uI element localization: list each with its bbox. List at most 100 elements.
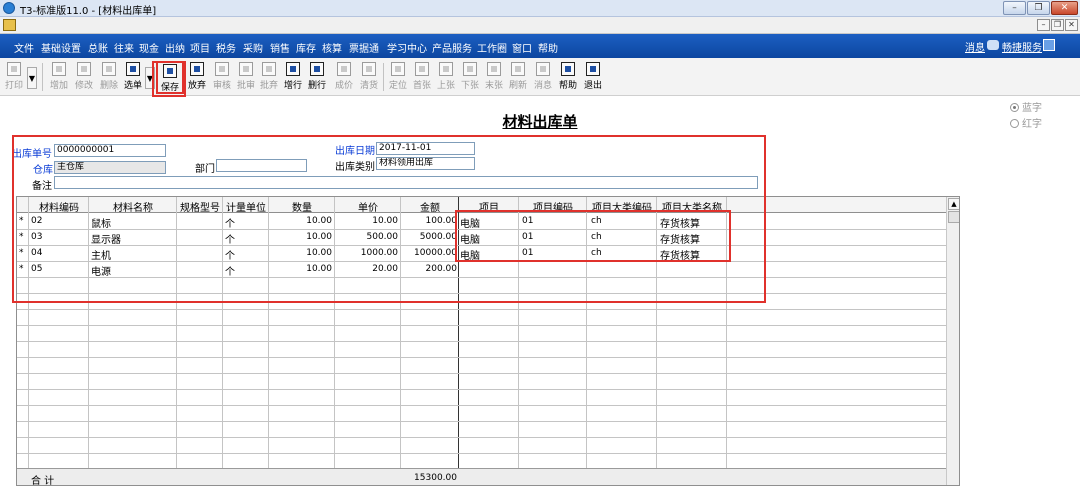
cell-project-code[interactable]: 01 (522, 248, 533, 258)
discard-button[interactable]: 放弃 (185, 61, 209, 94)
col-material-code[interactable]: 材料编码 (29, 199, 89, 214)
menu-file[interactable]: 文件 (14, 40, 34, 55)
print-button[interactable]: 打印 (2, 61, 26, 94)
menu-products[interactable]: 产品服务 (432, 40, 472, 55)
menu-cashier[interactable]: 出纳 (165, 40, 185, 55)
cell-project[interactable]: 电脑 (460, 231, 480, 246)
cell-price[interactable]: 1000.00 (335, 248, 398, 258)
col-class-name[interactable]: 项目大类名称 (657, 199, 727, 214)
close-button[interactable]: ✕ (1051, 1, 1078, 15)
cell-amount[interactable]: 200.00 (401, 264, 458, 274)
select-button[interactable]: 选单 (122, 61, 144, 94)
menu-window[interactable]: 窗口 (512, 40, 532, 55)
save-button[interactable]: 保存 (156, 61, 184, 94)
cell-project[interactable]: 电脑 (460, 215, 480, 230)
cell-name[interactable]: 主机 (91, 247, 111, 262)
menu-receivable[interactable]: 往来 (114, 40, 134, 55)
col-project[interactable]: 项目 (459, 199, 519, 214)
cell-project[interactable]: 电脑 (460, 247, 480, 262)
cell-code[interactable]: 03 (31, 232, 42, 242)
menu-project[interactable]: 项目 (190, 40, 210, 55)
exit-button[interactable]: 退出 (581, 61, 605, 94)
cell-unit[interactable]: 个 (225, 247, 235, 262)
add-row-button[interactable]: 增行 (282, 61, 304, 94)
menu-sales[interactable]: 销售 (270, 40, 290, 55)
menu-tax[interactable]: 税务 (216, 40, 236, 55)
mdi-restore-button[interactable]: ❐ (1051, 19, 1064, 31)
doc-no-field[interactable]: 0000000001 (54, 144, 166, 157)
last-button[interactable]: 末张 (482, 61, 506, 94)
minimize-button[interactable]: – (1003, 1, 1026, 15)
cell-amount[interactable]: 5000.00 (401, 232, 457, 242)
menu-learning[interactable]: 学习中心 (387, 40, 427, 55)
mdi-close-button[interactable]: ✕ (1065, 19, 1078, 31)
service-icon[interactable] (1043, 39, 1055, 51)
cell-code[interactable]: 02 (31, 216, 42, 226)
cell-qty[interactable]: 10.00 (269, 264, 332, 274)
vertical-scrollbar[interactable]: ▲ (946, 197, 959, 485)
scroll-thumb[interactable] (948, 211, 959, 223)
cell-amount[interactable]: 10000.00 (401, 248, 457, 258)
next-button[interactable]: 下张 (458, 61, 482, 94)
menu-inventory[interactable]: 库存 (296, 40, 316, 55)
cell-project-code[interactable]: 01 (522, 232, 533, 242)
col-project-code[interactable]: 项目编码 (519, 199, 587, 214)
col-price[interactable]: 单价 (335, 199, 401, 214)
cell-qty[interactable]: 10.00 (269, 216, 332, 226)
dept-field[interactable] (216, 159, 307, 172)
cell-unit[interactable]: 个 (225, 231, 235, 246)
prev-button[interactable]: 上张 (434, 61, 458, 94)
col-qty[interactable]: 数量 (269, 199, 335, 214)
menu-workgroup[interactable]: 工作圈 (477, 40, 507, 55)
col-amount[interactable]: 金额 (401, 199, 459, 214)
mdi-minimize-button[interactable]: – (1037, 19, 1050, 31)
service-link[interactable]: 畅捷服务 (1002, 39, 1042, 54)
delete-button[interactable]: 删除 (97, 61, 121, 94)
scroll-up-icon[interactable]: ▲ (948, 198, 959, 210)
batch-approve-button[interactable]: 批弃 (257, 61, 281, 94)
menu-ledger[interactable]: 总账 (88, 40, 108, 55)
audit-button[interactable]: 审核 (210, 61, 234, 94)
help-button[interactable]: 帮助 (556, 61, 580, 94)
edit-button[interactable]: 修改 (72, 61, 96, 94)
restore-button[interactable]: ❐ (1027, 1, 1050, 15)
col-spec[interactable]: 规格型号 (177, 199, 223, 214)
cell-class-code[interactable]: ch (591, 232, 602, 242)
type-field[interactable]: 材料领用出库 (376, 157, 475, 170)
cost-button[interactable]: 成价 (332, 61, 356, 94)
menu-bills[interactable]: 票据通 (349, 40, 379, 55)
print-dropdown-arrow[interactable]: ▼ (27, 67, 37, 89)
cell-class-name[interactable]: 存货核算 (660, 247, 700, 262)
col-class-code[interactable]: 项目大类编码 (587, 199, 657, 214)
message-icon[interactable] (987, 40, 999, 50)
col-material-name[interactable]: 材料名称 (89, 199, 177, 214)
message-button[interactable]: 消息 (531, 61, 555, 94)
col-unit[interactable]: 计量单位 (223, 199, 269, 214)
menu-cash[interactable]: 现金 (139, 40, 159, 55)
cell-unit[interactable]: 个 (225, 215, 235, 230)
cell-unit[interactable]: 个 (225, 263, 235, 278)
remark-field[interactable] (54, 176, 758, 189)
menu-purchase[interactable]: 采购 (243, 40, 263, 55)
date-field[interactable]: 2017-11-01 (376, 142, 475, 155)
menu-basic-settings[interactable]: 基础设置 (41, 40, 81, 55)
cell-project-code[interactable]: 01 (522, 216, 533, 226)
cell-amount[interactable]: 100.00 (401, 216, 458, 226)
menu-accounting[interactable]: 核算 (322, 40, 342, 55)
select-dropdown-arrow[interactable]: ▼ (145, 67, 155, 89)
cell-name[interactable]: 鼠标 (91, 215, 111, 230)
cell-code[interactable]: 04 (31, 248, 42, 258)
cell-class-code[interactable]: ch (591, 216, 602, 226)
menu-help[interactable]: 帮助 (538, 40, 558, 55)
cell-qty[interactable]: 10.00 (269, 248, 332, 258)
cell-class-name[interactable]: 存货核算 (660, 231, 700, 246)
cell-class-code[interactable]: ch (591, 248, 602, 258)
radio-red[interactable]: 红字 (1010, 115, 1042, 130)
cell-name[interactable]: 电源 (91, 263, 111, 278)
refresh-button[interactable]: 刷新 (506, 61, 530, 94)
cell-class-name[interactable]: 存货核算 (660, 215, 700, 230)
radio-blue[interactable]: 蓝字 (1010, 99, 1042, 114)
cell-price[interactable]: 20.00 (335, 264, 398, 274)
first-button[interactable]: 首张 (410, 61, 434, 94)
add-button[interactable]: 增加 (47, 61, 71, 94)
